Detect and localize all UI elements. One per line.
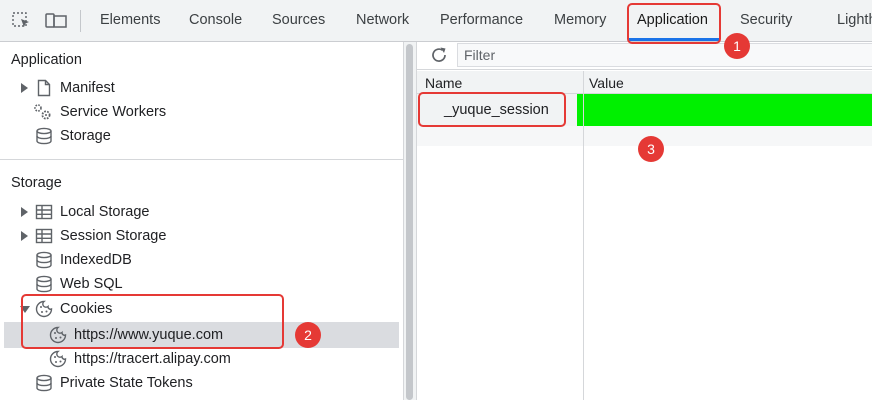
tab-memory[interactable]: Memory [554, 0, 606, 41]
database-icon [35, 251, 53, 269]
section-title-application: Application [11, 52, 82, 68]
cookies-table-header: Name Value [417, 71, 872, 94]
annotation-box-application-tab [627, 3, 721, 44]
cookies-toolbar [417, 42, 872, 70]
filter-input[interactable] [457, 43, 872, 67]
tab-console[interactable]: Console [189, 0, 242, 41]
annotation-badge-2: 2 [295, 322, 321, 348]
sidebar-item-label: Storage [60, 128, 111, 144]
device-toggle-icon[interactable] [45, 11, 67, 31]
expand-arrow-icon[interactable] [21, 207, 28, 217]
gears-icon [33, 103, 51, 121]
column-header-name[interactable]: Name [425, 71, 462, 93]
sidebar-item-websql[interactable]: Web SQL [0, 272, 400, 296]
column-divider [583, 71, 584, 400]
cookie-icon [48, 350, 67, 368]
sidebar-item-manifest[interactable]: Manifest [0, 76, 400, 100]
sidebar-item-label: Private State Tokens [60, 375, 193, 391]
annotation-badge-1: 1 [724, 33, 750, 59]
sidebar-item-private-state-tokens[interactable]: Private State Tokens [0, 371, 400, 395]
tab-lighthouse[interactable]: Lighth [837, 0, 872, 41]
sidebar-item-label: IndexedDB [60, 252, 132, 268]
sidebar-item-storage-overview[interactable]: Storage [0, 124, 400, 148]
table-grid-icon [35, 203, 53, 221]
toolbar-divider [80, 10, 81, 32]
inspect-element-icon[interactable] [12, 11, 32, 31]
sidebar-item-label: https://tracert.alipay.com [74, 351, 231, 367]
tab-sources[interactable]: Sources [272, 0, 325, 41]
document-icon [35, 79, 53, 97]
sidebar-divider [0, 159, 403, 160]
sidebar-item-session-storage[interactable]: Session Storage [0, 224, 400, 248]
refresh-icon[interactable] [429, 45, 449, 65]
expand-arrow-icon[interactable] [21, 231, 28, 241]
sidebar-item-cookie-alipay[interactable]: https://tracert.alipay.com [0, 347, 400, 371]
column-header-value[interactable]: Value [589, 71, 624, 93]
tab-network[interactable]: Network [356, 0, 409, 41]
sidebar-item-indexeddb[interactable]: IndexedDB [0, 248, 400, 272]
database-icon [35, 374, 53, 392]
sidebar-item-label: Web SQL [60, 276, 123, 292]
table-grid-icon [35, 227, 53, 245]
sidebar-item-local-storage[interactable]: Local Storage [0, 200, 400, 224]
sidebar-item-label: Service Workers [60, 104, 167, 120]
cookie-value-cell[interactable] [577, 94, 872, 126]
database-icon [35, 127, 53, 145]
expand-arrow-icon[interactable] [21, 83, 28, 93]
tab-security[interactable]: Security [740, 0, 792, 41]
section-title-storage: Storage [11, 175, 62, 191]
database-icon [35, 275, 53, 293]
annotation-box-session-cookie [418, 92, 566, 127]
sidebar-item-label: Session Storage [60, 228, 167, 244]
tab-elements[interactable]: Elements [100, 0, 160, 41]
annotation-badge-3: 3 [638, 136, 664, 162]
sidebar-scrollbar[interactable] [406, 44, 413, 400]
tab-performance[interactable]: Performance [440, 0, 523, 41]
annotation-box-cookies [21, 294, 284, 349]
sidebar-item-service-workers[interactable]: Service Workers [0, 100, 400, 124]
sidebar-item-label: Local Storage [60, 204, 150, 220]
sidebar-item-label: Manifest [60, 80, 115, 96]
